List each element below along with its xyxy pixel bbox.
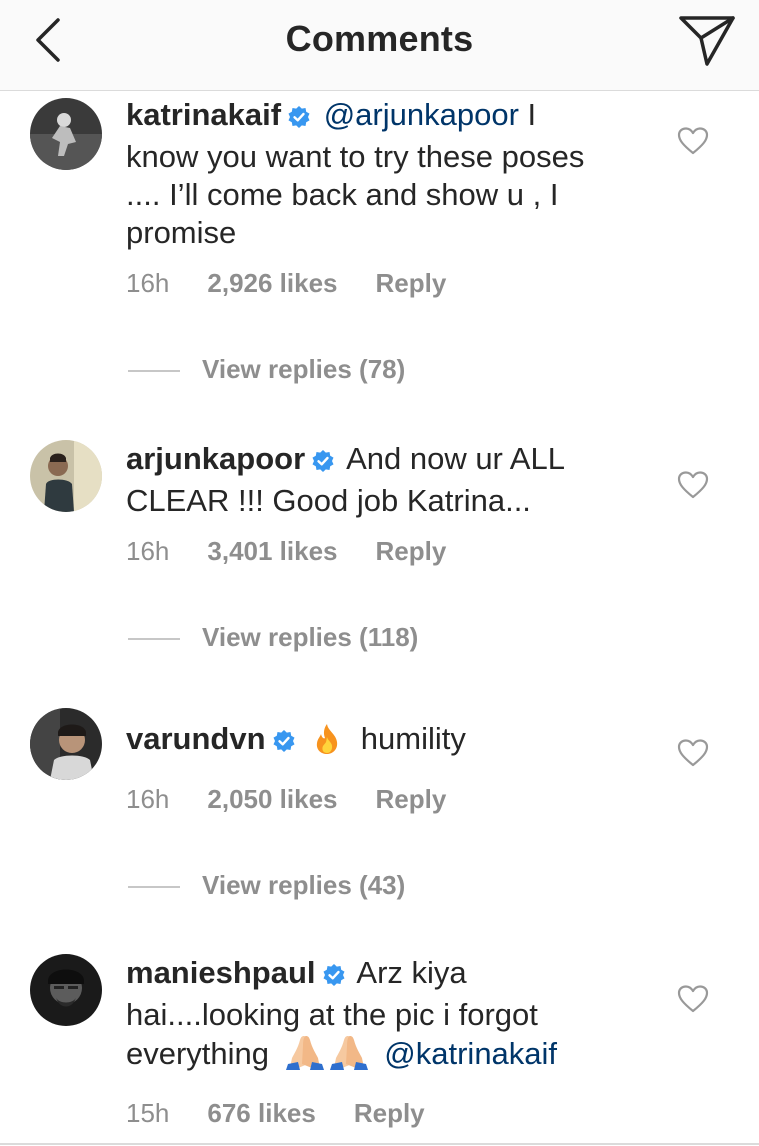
comment-username[interactable]: manieshpaul	[126, 955, 316, 990]
heart-icon	[677, 985, 709, 1013]
comment-meta: 15h 676 likes Reply	[126, 1098, 463, 1129]
comment-text: arjunkapoor And now ur ALL CLEAR !!! Goo…	[126, 440, 606, 520]
paper-plane-icon	[679, 16, 735, 66]
comment-text: katrinakaif @arjunkapoor I know you want…	[126, 96, 606, 252]
comment-likes[interactable]: 2,926 likes	[207, 268, 337, 299]
comment-likes[interactable]: 2,050 likes	[207, 784, 337, 815]
heart-icon	[677, 127, 709, 155]
comment-text: manieshpaul Arz kiya hai....looking at t…	[126, 954, 606, 1079]
avatar[interactable]	[30, 98, 102, 170]
divider	[0, 1143, 759, 1145]
comment-time: 15h	[126, 1098, 170, 1128]
view-replies-label: View replies (43)	[202, 870, 406, 900]
view-replies-label: View replies (78)	[202, 354, 406, 384]
page-title: Comments	[285, 18, 474, 59]
like-button[interactable]	[677, 126, 709, 156]
comment-text: varundvn humility	[126, 720, 606, 764]
view-replies-label: View replies (118)	[202, 622, 419, 652]
verified-badge-icon	[311, 444, 335, 482]
divider	[128, 370, 180, 373]
comment-username[interactable]: arjunkapoor	[126, 441, 305, 476]
reply-button[interactable]: Reply	[376, 784, 447, 815]
reply-button[interactable]: Reply	[354, 1098, 425, 1129]
view-replies-button[interactable]: View replies (78)	[128, 354, 405, 385]
comment-body: humility	[360, 721, 466, 756]
like-button[interactable]	[677, 984, 709, 1014]
avatar[interactable]	[30, 954, 102, 1026]
reply-button[interactable]: Reply	[376, 536, 447, 567]
comment-username[interactable]: varundvn	[126, 721, 266, 756]
view-replies-button[interactable]: View replies (118)	[128, 622, 418, 653]
like-button[interactable]	[677, 470, 709, 500]
comment-likes[interactable]: 676 likes	[207, 1098, 315, 1129]
comment-meta: 16h 2,926 likes Reply	[126, 268, 484, 299]
comment-meta: 16h 3,401 likes Reply	[126, 536, 484, 567]
comment-username[interactable]: katrinakaif	[126, 97, 281, 132]
divider	[128, 638, 180, 641]
verified-badge-icon	[287, 100, 311, 138]
folded-hands-emoji-icon	[284, 1034, 370, 1079]
divider	[128, 886, 180, 889]
comment-time: 16h	[126, 536, 170, 566]
comment-time: 16h	[126, 268, 170, 298]
view-replies-button[interactable]: View replies (43)	[128, 870, 405, 901]
verified-badge-icon	[322, 958, 346, 996]
avatar[interactable]	[30, 440, 102, 512]
verified-badge-icon	[272, 724, 296, 762]
comment-time: 16h	[126, 784, 170, 814]
comment-meta: 16h 2,050 likes Reply	[126, 784, 484, 815]
reply-button[interactable]: Reply	[376, 268, 447, 299]
avatar[interactable]	[30, 708, 102, 780]
like-button[interactable]	[677, 738, 709, 768]
heart-icon	[677, 739, 709, 767]
heart-icon	[677, 471, 709, 499]
comment-mention[interactable]: @arjunkapoor	[324, 97, 519, 132]
comment-mention[interactable]: @katrinakaif	[384, 1036, 557, 1071]
share-button[interactable]	[677, 12, 737, 68]
comments-header: Comments	[0, 0, 759, 91]
comment-likes[interactable]: 3,401 likes	[207, 536, 337, 567]
fire-emoji-icon	[312, 723, 342, 764]
